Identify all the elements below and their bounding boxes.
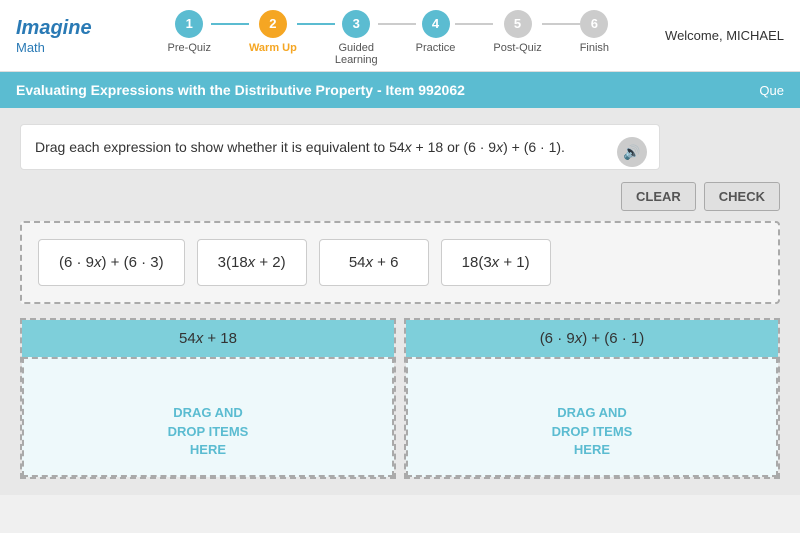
instructions-text: Drag each expression to show whether it … (35, 139, 565, 155)
drag-item-1[interactable]: (6 · 9x) + (6 · 3) (38, 239, 185, 286)
step-line-4 (455, 23, 493, 25)
drop-zone-2[interactable]: (6 · 9x) + (6 · 1) DRAG ANDDROP ITEMSHER… (404, 318, 780, 479)
step-label-6: Finish (580, 42, 609, 54)
drop-zone-2-header: (6 · 9x) + (6 · 1) (406, 320, 778, 357)
title-bar-text: Evaluating Expressions with the Distribu… (16, 82, 465, 98)
step-line-2 (297, 23, 335, 25)
action-buttons: CLEAR CHECK (20, 182, 780, 211)
drop-zone-1-hint: DRAG ANDDROP ITEMSHERE (168, 404, 249, 459)
step-label-1: Pre-Quiz (168, 42, 211, 54)
step-circle-1[interactable]: 1 (175, 10, 203, 38)
step-line-3 (378, 23, 416, 25)
step-3: 3 GuidedLearning (335, 10, 378, 66)
drop-zone-1-body[interactable]: DRAG ANDDROP ITEMSHERE (22, 357, 394, 477)
logo-area: Imagine Math (16, 17, 92, 55)
steps-wrapper: 1 Pre-Quiz 2 Warm Up 3 GuidedLearning 4 … (168, 10, 610, 66)
step-circle-2[interactable]: 2 (259, 10, 287, 38)
drop-zone-2-body[interactable]: DRAG ANDDROP ITEMSHERE (406, 357, 778, 477)
drop-zone-separator (396, 318, 404, 479)
audio-button[interactable]: 🔊 (617, 137, 647, 167)
main-content: Drag each expression to show whether it … (0, 108, 800, 495)
instructions-box: Drag each expression to show whether it … (20, 124, 660, 170)
title-bar: Evaluating Expressions with the Distribu… (0, 72, 800, 108)
drag-item-3[interactable]: 54x + 6 (319, 239, 429, 286)
logo-imagine: Imagine (16, 17, 92, 40)
step-line-1 (211, 23, 249, 25)
header: Imagine Math 1 Pre-Quiz 2 Warm Up 3 Guid… (0, 0, 800, 72)
step-circle-3[interactable]: 3 (342, 10, 370, 38)
step-6: 6 Finish (580, 10, 609, 54)
step-circle-5[interactable]: 5 (504, 10, 532, 38)
step-line-5 (542, 23, 580, 25)
drag-item-2[interactable]: 3(18x + 2) (197, 239, 307, 286)
step-circle-4[interactable]: 4 (422, 10, 450, 38)
check-button[interactable]: CHECK (704, 182, 780, 211)
drop-zones: 54x + 18 DRAG ANDDROP ITEMSHERE (6 · 9x)… (20, 318, 780, 479)
drop-zone-2-hint: DRAG ANDDROP ITEMSHERE (552, 404, 633, 459)
step-1: 1 Pre-Quiz (168, 10, 211, 54)
drag-source-area: (6 · 9x) + (6 · 3) 3(18x + 2) 54x + 6 18… (20, 221, 780, 304)
drop-zone-1[interactable]: 54x + 18 DRAG ANDDROP ITEMSHERE (20, 318, 396, 479)
step-label-5: Post-Quiz (493, 42, 541, 54)
progress-bar: 1 Pre-Quiz 2 Warm Up 3 GuidedLearning 4 … (132, 6, 645, 66)
audio-icon: 🔊 (623, 144, 640, 161)
step-label-3: GuidedLearning (335, 42, 378, 66)
step-circle-6[interactable]: 6 (580, 10, 608, 38)
step-2: 2 Warm Up (249, 10, 297, 54)
welcome-text: Welcome, MICHAEL (665, 28, 784, 43)
step-label-2: Warm Up (249, 42, 297, 54)
step-label-4: Practice (416, 42, 456, 54)
step-4: 4 Practice (416, 10, 456, 54)
clear-button[interactable]: CLEAR (621, 182, 696, 211)
que-label: Que (759, 83, 784, 98)
drag-item-4[interactable]: 18(3x + 1) (441, 239, 551, 286)
step-5: 5 Post-Quiz (493, 10, 541, 54)
logo-math: Math (16, 40, 92, 55)
drop-zone-1-header: 54x + 18 (22, 320, 394, 357)
